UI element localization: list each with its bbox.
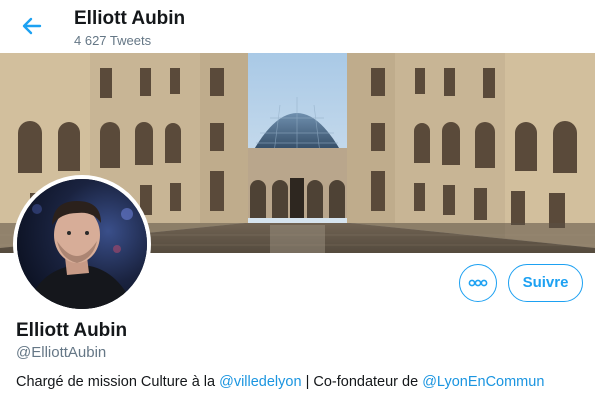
bio-text-2: | Co-fondateur de <box>301 374 423 390</box>
avatar-photo <box>17 179 147 309</box>
back-button[interactable] <box>16 10 48 42</box>
arrow-left-icon <box>22 17 42 35</box>
profile-handle: @ElliottAubin <box>16 344 107 361</box>
mention-link-villedelyon[interactable]: @villedelyon <box>219 374 301 390</box>
follow-button[interactable]: Suivre <box>508 264 583 302</box>
profile-avatar[interactable] <box>13 175 151 313</box>
header-name: Elliott Aubin <box>74 8 186 29</box>
more-dots-icon <box>468 279 488 287</box>
mention-link-lyonencommun[interactable]: @LyonEnCommun <box>422 374 544 390</box>
profile-bio: Chargé de mission Culture à la @villedel… <box>16 374 544 390</box>
profile-name: Elliott Aubin <box>16 320 128 341</box>
more-options-button[interactable] <box>459 264 497 302</box>
profile-header: Elliott Aubin 4 627 Tweets <box>0 0 595 53</box>
tweet-count: 4 627 Tweets <box>74 33 152 48</box>
bio-text-1: Chargé de mission Culture à la <box>16 374 220 390</box>
